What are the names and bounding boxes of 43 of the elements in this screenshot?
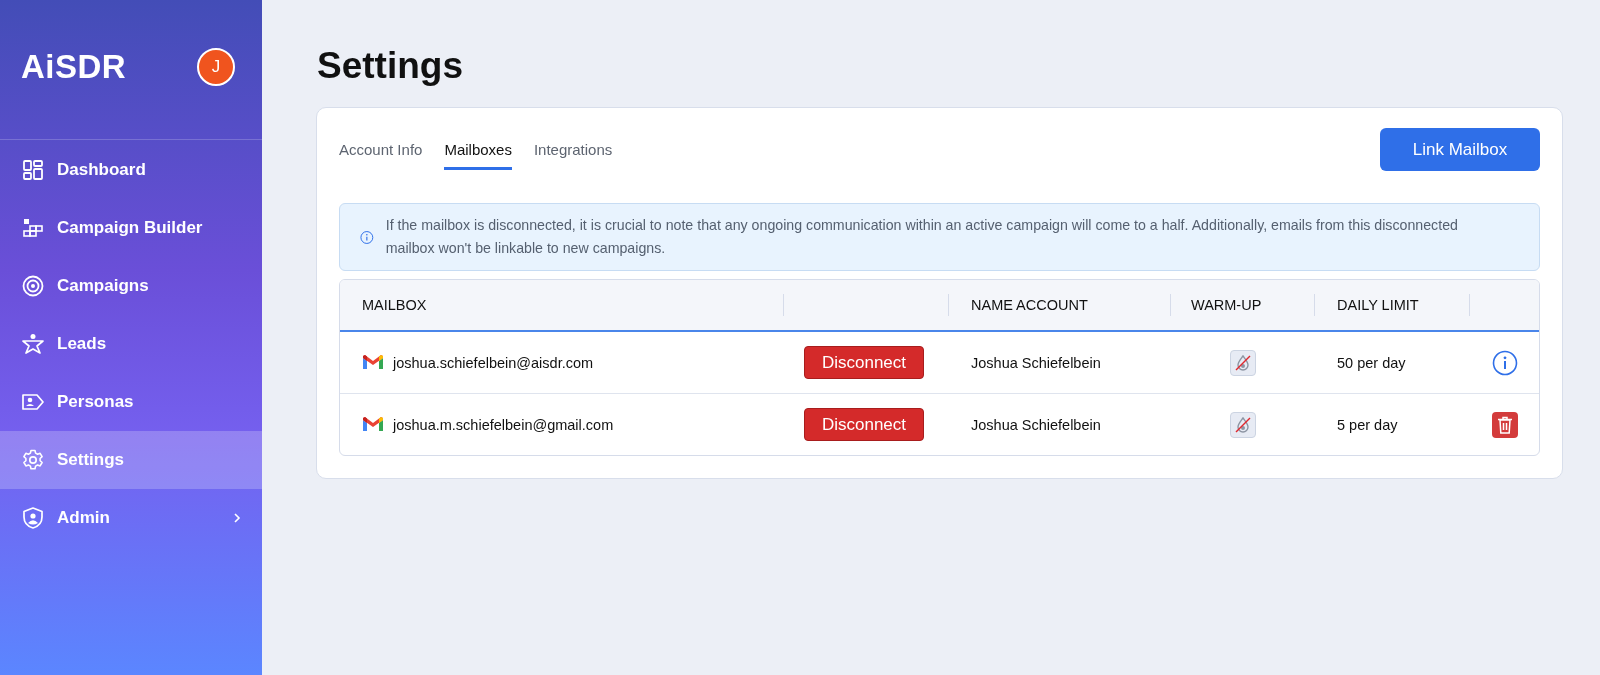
user-avatar[interactable]: J	[197, 47, 235, 86]
warm-up-toggle[interactable]	[1230, 411, 1256, 438]
dashboard-icon	[21, 158, 45, 182]
sidebar-item[interactable]: Settings	[0, 431, 262, 489]
info-button[interactable]	[1492, 349, 1518, 376]
column-header: WARM-UP	[1191, 297, 1262, 313]
target-icon	[21, 274, 45, 298]
logo: AiSDR	[21, 47, 127, 86]
mail-m-icon	[362, 354, 384, 371]
crossed-flame-icon	[1234, 353, 1252, 372]
person-star-icon	[21, 332, 45, 356]
sidebar-item[interactable]: Campaigns	[0, 257, 262, 315]
settings-icon	[21, 448, 45, 472]
column-header: NAME ACCOUNT	[971, 297, 1088, 313]
account-name: Joshua Schiefelbein	[971, 354, 1101, 371]
delete-button[interactable]	[1492, 411, 1518, 438]
link-mailbox-button[interactable]: Link Mailbox	[1380, 128, 1540, 171]
tab[interactable]: Mailboxes	[444, 141, 512, 170]
sidebar-item[interactable]: Leads	[0, 315, 262, 373]
crossed-flame-icon	[1234, 415, 1252, 434]
warm-up-toggle[interactable]	[1230, 349, 1256, 376]
daily-limit: 5 per day	[1337, 416, 1398, 433]
sidebar-item[interactable]: Dashboard	[0, 141, 262, 199]
trash-icon	[1497, 415, 1513, 434]
disconnect-button[interactable]: Disconnect	[804, 346, 924, 379]
disconnect-button[interactable]: Disconnect	[804, 408, 924, 441]
tab[interactable]: Integrations	[533, 141, 613, 170]
alert-text: If the mailbox is disconnected, it is crucial to note that any ongoing communication within an active campaign will come to a half. Additionally, emails from this disconnected mailbox won't be linkable to new campaigns.	[385, 216, 1459, 258]
shield-user-icon	[21, 506, 45, 530]
column-header: DAILY LIMIT	[1337, 297, 1419, 313]
mailbox-email: joshua.m.schiefelbein@gmail.com	[393, 416, 614, 433]
account-name: Joshua Schiefelbein	[971, 416, 1101, 433]
blocks-icon	[21, 216, 45, 240]
sidebar-item[interactable]: Campaign Builder	[0, 199, 262, 257]
tab[interactable]: Account Info	[339, 141, 423, 170]
page-title: Settings	[317, 45, 464, 87]
info-icon	[360, 228, 374, 246]
sidebar-item[interactable]: Admin	[0, 489, 262, 547]
column-header: MAILBOX	[362, 297, 427, 313]
mailbox-email: joshua.schiefelbein@aisdr.com	[393, 354, 594, 371]
mail-m-icon	[362, 416, 384, 433]
sidebar-item[interactable]: Personas	[0, 373, 262, 431]
daily-limit: 50 per day	[1337, 354, 1406, 371]
